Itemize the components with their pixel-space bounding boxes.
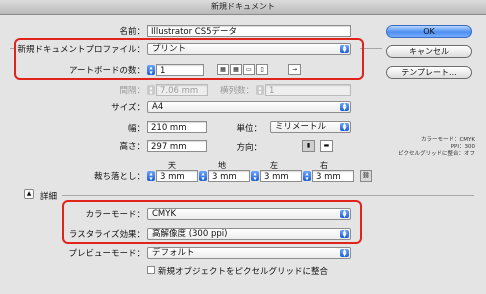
templates-button[interactable]: テンプレート... xyxy=(386,66,472,79)
align-pixel-grid-label: 新規オブジェクトをピクセルグリッドに整合 xyxy=(158,267,329,277)
bleed-bottom-input[interactable]: 3 mm xyxy=(208,170,250,182)
summary-ppi: PPI：300 xyxy=(450,144,475,150)
summary-pixel-grid: ピクセルグリッドに整合：オフ xyxy=(397,151,475,157)
bleed-bottom-stepper[interactable]: ▲ ▼ xyxy=(199,171,207,181)
bleed-left-stepper[interactable]: ▲ ▼ xyxy=(251,171,259,181)
divider xyxy=(62,195,474,196)
name-input[interactable]: Illustrator CS5データ xyxy=(147,25,351,37)
document-summary: カラーモード：CMYK PPI：300 ピクセルグリッドに整合：オフ xyxy=(360,137,475,158)
ok-button[interactable]: OK xyxy=(386,25,472,38)
size-select[interactable]: A4 ▲ ▼ xyxy=(147,101,351,113)
color-mode-value: CMYK xyxy=(152,209,177,219)
height-input[interactable]: 297 mm xyxy=(147,140,207,152)
name-label: 名前： xyxy=(119,27,145,37)
portrait-icon[interactable]: ▮ xyxy=(302,140,315,152)
link-icon[interactable]: ⛓ xyxy=(360,170,372,182)
bleed-right-input[interactable]: 3 mm xyxy=(312,170,354,182)
window-title: 新規ドキュメント xyxy=(0,0,486,15)
raster-select[interactable]: 高解像度 (300 ppi) ▲ ▼ xyxy=(147,228,351,240)
width-label: 幅： xyxy=(127,124,145,134)
chevron-updown-icon: ▲ ▼ xyxy=(340,210,349,219)
bleed-top-stepper[interactable]: ▲ ▼ xyxy=(147,171,155,181)
height-label: 高さ： xyxy=(119,142,145,152)
columns-input: 1 xyxy=(265,84,351,96)
bleed-right-stepper[interactable]: ▲ ▼ xyxy=(303,171,311,181)
spacing-stepper: ▲ ▼ xyxy=(147,85,155,95)
summary-color-mode: カラーモード：CMYK xyxy=(420,137,475,143)
chevron-updown-icon: ▲ ▼ xyxy=(340,230,349,239)
align-pixel-grid-checkbox[interactable] xyxy=(147,266,155,274)
spacing-input: 7.06 mm xyxy=(156,84,208,96)
units-select[interactable]: ミリメートル ▲ ▼ xyxy=(270,121,351,133)
preview-mode-select[interactable]: デフォルト ▲ ▼ xyxy=(147,247,351,259)
bleed-label: 裁ち落とし： xyxy=(93,172,145,182)
size-label: サイズ： xyxy=(111,103,145,113)
orientation-label: 方向： xyxy=(236,143,262,153)
landscape-icon[interactable]: ▬ xyxy=(320,140,333,152)
columns-label: 横列数： xyxy=(219,86,254,96)
size-value: A4 xyxy=(152,102,164,112)
preview-mode-label: プレビューモード： xyxy=(68,249,145,259)
units-label: 単位： xyxy=(236,124,262,134)
color-mode-select[interactable]: CMYK ▲ ▼ xyxy=(147,208,351,220)
preview-mode-value: デフォルト xyxy=(152,248,195,258)
bleed-left-input[interactable]: 3 mm xyxy=(260,170,302,182)
color-mode-label: カラーモード： xyxy=(85,210,145,220)
highlight-box-profile xyxy=(14,38,364,80)
chevron-updown-icon: ▲ ▼ xyxy=(340,249,349,258)
bleed-top-input[interactable]: 3 mm xyxy=(156,170,198,182)
chevron-updown-icon: ▲ ▼ xyxy=(340,103,349,112)
raster-value: 高解像度 (300 ppi) xyxy=(152,229,228,239)
columns-stepper: ▲ ▼ xyxy=(256,85,264,95)
units-value: ミリメートル xyxy=(275,122,327,132)
advanced-label: 詳細 xyxy=(40,192,58,202)
spacing-label: 間隔： xyxy=(119,86,145,96)
cancel-button[interactable]: キャンセル xyxy=(386,45,472,58)
new-document-dialog: 新規ドキュメント 名前： Illustrator CS5データ OK キャンセル… xyxy=(0,0,486,294)
width-input[interactable]: 210 mm xyxy=(147,121,207,133)
chevron-updown-icon: ▲ ▼ xyxy=(340,123,349,132)
raster-label: ラスタライズ効果： xyxy=(68,230,145,240)
collapse-triangle-icon[interactable]: ▲ xyxy=(24,189,34,199)
